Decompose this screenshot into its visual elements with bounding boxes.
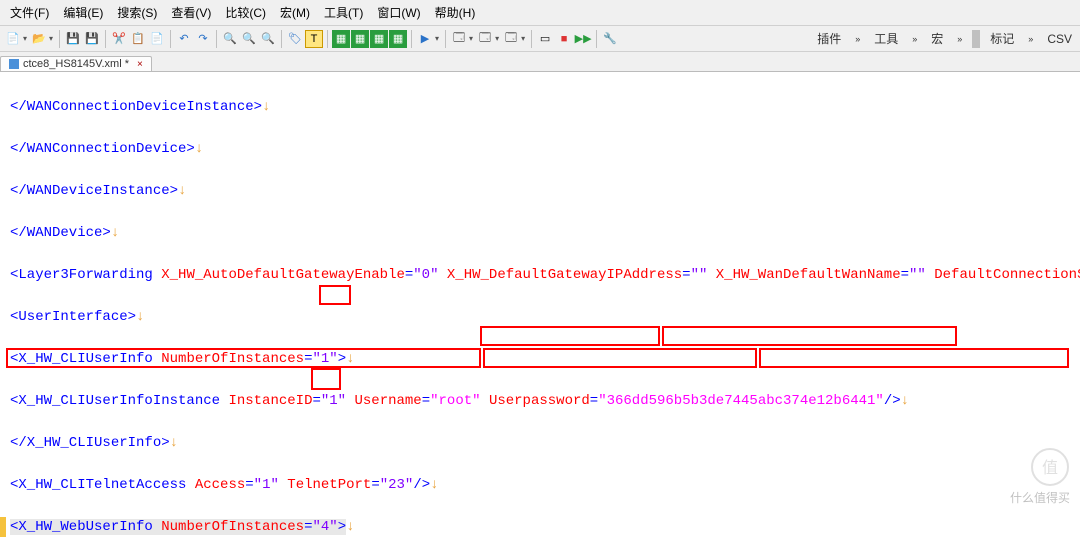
code-editor[interactable]: </WANConnectionDeviceInstance>↓ </WANCon… — [0, 72, 1080, 537]
menu-file[interactable]: 文件(F) — [4, 2, 55, 23]
close-icon[interactable]: × — [137, 59, 143, 70]
copy-icon[interactable]: 📋 — [129, 30, 147, 48]
redo-icon[interactable]: ↷ — [194, 30, 212, 48]
menu-compare[interactable]: 比较(C) — [219, 2, 272, 23]
menu-edit[interactable]: 编辑(E) — [57, 2, 109, 23]
save-all-icon[interactable]: 💾 — [83, 30, 101, 48]
new-file-icon[interactable]: 📄 — [4, 30, 22, 48]
menu-tools[interactable]: 工具(T) — [318, 2, 369, 23]
menu-bar: 文件(F) 编辑(E) 搜索(S) 查看(V) 比较(C) 宏(M) 工具(T)… — [0, 0, 1080, 26]
redbox-uname-left — [480, 326, 660, 346]
green-3-icon[interactable]: ▦ — [370, 30, 388, 48]
toolbar-right: 插件» 工具» 宏» 标记» CSV — [813, 30, 1076, 48]
cut-icon[interactable]: ✂️ — [110, 30, 128, 48]
menu-window[interactable]: 窗口(W) — [371, 2, 426, 23]
green-play-icon[interactable]: ▶▶ — [574, 30, 592, 48]
line-webuserinfo: <X_HW_WebUserInfo NumberOfInstances="4">… — [10, 517, 1080, 537]
svg-text:值: 值 — [1042, 459, 1058, 477]
undo-icon[interactable]: ↶ — [175, 30, 193, 48]
tab-bar: ctce8_HS8145V.xml * × — [0, 52, 1080, 72]
toolbar: 📄▾ 📂▾ 💾 💾 ✂️ 📋 📄 ↶ ↷ 🔍 🔍 🔍 🏷 T ▦ ▦ ▦ ▦ ▶… — [0, 26, 1080, 52]
menu-macro[interactable]: 宏(M) — [274, 2, 316, 23]
search-next-icon[interactable]: 🔍 — [259, 30, 277, 48]
mark-label[interactable]: 标记 — [986, 30, 1018, 47]
menu-search[interactable]: 搜索(S) — [111, 2, 163, 23]
outline-icon[interactable]: ▭ — [536, 30, 554, 48]
search-icon[interactable]: 🔍 — [221, 30, 239, 48]
file-icon — [9, 59, 19, 69]
open-file-icon[interactable]: 📂 — [30, 30, 48, 48]
file-tab[interactable]: ctce8_HS8145V.xml * × — [0, 56, 152, 71]
macro-label[interactable]: 宏 — [927, 30, 947, 47]
menu-help[interactable]: 帮助(H) — [429, 2, 482, 23]
tab-label: ctce8_HS8145V.xml * — [23, 58, 129, 70]
highlight-icon[interactable]: T — [305, 30, 323, 48]
tools-label[interactable]: 工具 — [870, 30, 902, 47]
redbox-id4 — [311, 368, 341, 390]
green-4-icon[interactable]: ▦ — [389, 30, 407, 48]
bookmark-icon[interactable]: 🏷 — [286, 30, 304, 48]
wrench-icon[interactable]: 🔧 — [601, 30, 619, 48]
green-2-icon[interactable]: ▦ — [351, 30, 369, 48]
save-icon[interactable]: 💾 — [64, 30, 82, 48]
search-prev-icon[interactable]: 🔍 — [240, 30, 258, 48]
paste-icon[interactable]: 📄 — [148, 30, 166, 48]
blue-tool-icon[interactable]: ▶ — [416, 30, 434, 48]
red-square-icon[interactable]: ■ — [555, 30, 573, 48]
menu-view[interactable]: 查看(V) — [165, 2, 217, 23]
redbox-count4 — [319, 285, 351, 305]
watermark: 值 什么值得买 — [1010, 447, 1070, 505]
csv-label[interactable]: CSV — [1043, 32, 1076, 46]
green-1-icon[interactable]: ▦ — [332, 30, 350, 48]
plugins-label[interactable]: 插件 — [813, 30, 845, 47]
window-1-icon[interactable]: 🗔 — [450, 30, 468, 48]
window-2-icon[interactable]: 🗔 — [476, 30, 494, 48]
window-3-icon[interactable]: 🗔 — [502, 30, 520, 48]
redbox-pw-right — [662, 326, 957, 346]
change-marker — [0, 517, 6, 537]
